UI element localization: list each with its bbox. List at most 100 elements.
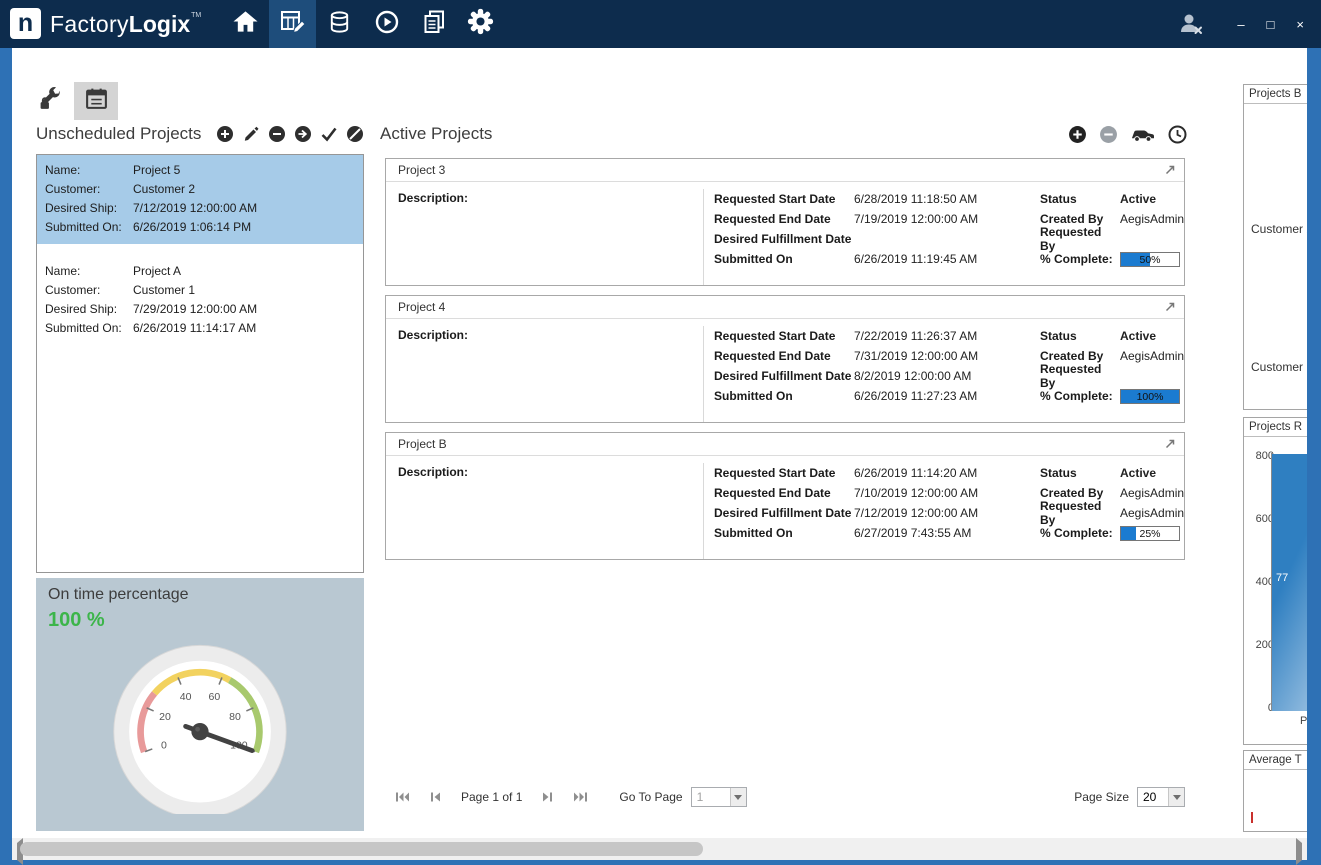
production-nav-button[interactable] <box>363 0 410 48</box>
active-projects-title: Active Projects <box>380 124 492 144</box>
name-label: Name: <box>45 161 133 180</box>
horizontal-scrollbar[interactable] <box>12 838 1307 860</box>
chevron-down-icon <box>730 788 746 806</box>
submitted-on-value: 6/26/2019 11:19:45 AM <box>854 252 977 266</box>
tab-setup[interactable] <box>28 82 72 120</box>
ship-value: 7/29/2019 12:00:00 AM <box>133 300 257 319</box>
goto-page-combobox[interactable]: 1 <box>691 787 747 807</box>
unscheduled-project-item[interactable]: Name:Project A Customer:Customer 1 Desir… <box>37 256 363 345</box>
req-start-value: 6/26/2019 11:14:20 AM <box>854 466 977 480</box>
close-button[interactable]: × <box>1293 16 1307 33</box>
first-page-button[interactable] <box>395 790 410 804</box>
status-label: Status <box>1040 329 1120 343</box>
status-value: Active <box>1120 466 1156 480</box>
titlebar-right: – □ × <box>1178 0 1307 48</box>
progress-bar: 100% <box>1120 389 1180 404</box>
description-label: Description: <box>398 328 468 342</box>
submitted-on-label: Submitted On <box>714 526 854 540</box>
submitted-on-label: Submitted On <box>714 389 854 403</box>
maximize-button[interactable]: □ <box>1264 16 1278 33</box>
chart-tick-mark <box>1251 812 1253 823</box>
scroll-right-arrow[interactable] <box>1292 843 1304 855</box>
expand-icon[interactable] <box>1164 438 1176 450</box>
unscheduled-project-item[interactable]: Name:Project 5 Customer:Customer 2 Desir… <box>37 155 363 244</box>
project-card-header[interactable]: Project B <box>386 433 1184 456</box>
created-by-label: Created By <box>1040 486 1120 500</box>
materials-nav-button[interactable] <box>316 0 363 48</box>
ontime-title: On time percentage <box>48 586 352 604</box>
home-icon <box>232 9 259 39</box>
project-card-header[interactable]: Project 3 <box>386 159 1184 182</box>
projects-by-customer-title: Projects B <box>1244 85 1307 104</box>
name-value: Project 5 <box>133 161 180 180</box>
submitted-value: 6/26/2019 11:14:17 AM <box>133 319 256 338</box>
schedule-edit-icon <box>279 8 306 40</box>
view-tab-strip <box>28 82 118 120</box>
page-size-combobox[interactable]: 20 <box>1137 787 1185 807</box>
titlebar: n FactoryLogixTM <box>0 0 1321 48</box>
complete-label: % Complete: <box>1040 389 1120 403</box>
progress-bar: 25% <box>1120 526 1180 541</box>
req-end-label: Requested End Date <box>714 349 854 363</box>
add-project-icon[interactable] <box>1068 125 1087 144</box>
name-value: Project A <box>133 262 181 281</box>
submitted-on-value: 6/27/2019 7:43:55 AM <box>854 526 971 540</box>
req-start-label: Requested Start Date <box>714 466 854 480</box>
next-page-button[interactable] <box>541 790 555 804</box>
circle-play-icon <box>374 9 400 40</box>
check-icon[interactable] <box>320 125 338 143</box>
remove-icon[interactable] <box>268 125 286 143</box>
legend-item: Customer 2 <box>1251 222 1307 236</box>
fulfillment-label: Desired Fulfillment Date <box>714 232 854 246</box>
chart-bar: 77 <box>1272 454 1307 711</box>
gauge-tick-label: 40 <box>180 691 192 703</box>
user-logout-icon[interactable] <box>1178 12 1204 36</box>
add-icon[interactable] <box>216 125 234 143</box>
gauge-tick-label: 20 <box>159 711 171 723</box>
submitted-label: Submitted On: <box>45 218 133 237</box>
project-card-header[interactable]: Project 4 <box>386 296 1184 319</box>
project-card-title: Project 4 <box>398 300 445 314</box>
bar-value-label: 77 <box>1276 572 1288 584</box>
customer-value: Customer 2 <box>133 180 195 199</box>
y-axis-tick: 0 <box>1244 702 1274 714</box>
project-card: Project B Description: Requested Start D… <box>385 432 1185 560</box>
calendar-icon <box>84 86 109 116</box>
submitted-on-value: 6/26/2019 11:27:23 AM <box>854 389 977 403</box>
clock-icon[interactable] <box>1168 125 1187 144</box>
legend-item: Customer 1 <box>1251 360 1307 374</box>
name-label: Name: <box>45 262 133 281</box>
car-icon[interactable] <box>1130 126 1156 143</box>
minimize-button[interactable]: – <box>1234 16 1247 33</box>
home-nav-button[interactable] <box>222 0 269 48</box>
req-end-label: Requested End Date <box>714 486 854 500</box>
projects-ready-title: Projects R <box>1244 418 1307 437</box>
x-axis-label: Pro <box>1300 715 1307 727</box>
reports-nav-button[interactable] <box>410 0 457 48</box>
scrollbar-thumb[interactable] <box>20 842 703 856</box>
requested-by-label: Requested By <box>1040 499 1120 527</box>
wrench-lock-icon <box>38 86 63 116</box>
status-label: Status <box>1040 192 1120 206</box>
remove-project-icon[interactable] <box>1099 125 1118 144</box>
fulfillment-value: 7/12/2019 12:00:00 AM <box>854 506 978 520</box>
brand-title: FactoryLogixTM <box>50 0 201 48</box>
settings-nav-button[interactable] <box>457 0 504 48</box>
gauge-tick-label: 60 <box>209 691 221 703</box>
y-axis-tick: 200 <box>1244 639 1274 651</box>
req-start-label: Requested Start Date <box>714 192 854 206</box>
fulfillment-label: Desired Fulfillment Date <box>714 369 854 383</box>
expand-icon[interactable] <box>1164 301 1176 313</box>
main-nav <box>222 0 504 48</box>
edit-pencil-icon[interactable] <box>242 125 260 143</box>
scheduling-nav-button[interactable] <box>269 0 316 48</box>
move-right-icon[interactable] <box>294 125 312 143</box>
expand-icon[interactable] <box>1164 164 1176 176</box>
active-projects-toolbar <box>1068 125 1187 144</box>
prev-page-button[interactable] <box>428 790 442 804</box>
customer-label: Customer: <box>45 281 133 300</box>
cancel-icon[interactable] <box>346 125 364 143</box>
requested-by-label: Requested By <box>1040 362 1120 390</box>
tab-calendar[interactable] <box>74 82 118 120</box>
last-page-button[interactable] <box>573 790 588 804</box>
